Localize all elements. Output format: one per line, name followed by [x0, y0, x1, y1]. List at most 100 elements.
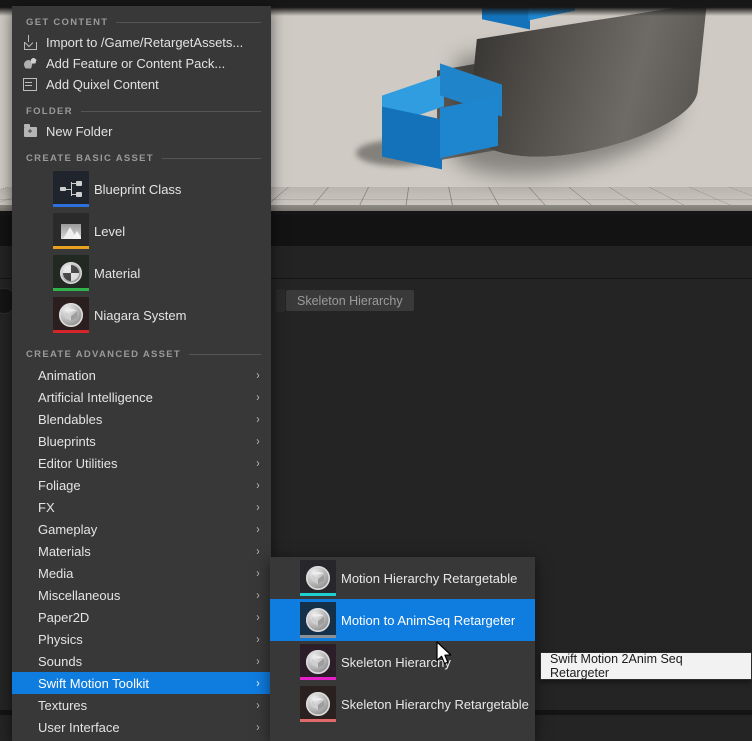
advanced-asset-item-media[interactable]: Media › [12, 562, 271, 584]
asset-item-label: Blueprint Class [94, 181, 182, 197]
asset-color-bar [300, 677, 336, 680]
advanced-asset-item-artificial-intelligence[interactable]: Artificial Intelligence › [12, 386, 271, 408]
submenu-item-motion-hierarchy-retargetable[interactable]: Motion Hierarchy Retargetable [270, 557, 535, 599]
niagara-system-icon [53, 297, 89, 333]
chevron-right-icon: › [256, 456, 260, 470]
asset-cube-icon [300, 602, 336, 638]
section-rule [116, 21, 261, 23]
asset-color-bar [300, 635, 336, 638]
menu-item-label: Add Quixel Content [46, 77, 159, 92]
advanced-asset-item-user-interface[interactable]: User Interface › [12, 716, 271, 738]
advanced-asset-item-textures[interactable]: Textures › [12, 694, 271, 716]
menu-item-new-folder[interactable]: New Folder [12, 121, 271, 142]
submenu-item-motion-to-animseq-retargeter[interactable]: Motion to AnimSeq Retargeter [270, 599, 535, 641]
asset-item-blueprint-class[interactable]: Blueprint Class [12, 168, 271, 210]
chevron-right-icon: › [256, 478, 260, 492]
advanced-asset-item-label: Materials [38, 543, 91, 559]
advanced-asset-item-animation[interactable]: Animation › [12, 364, 271, 386]
asset-color-bar [53, 246, 89, 249]
menu-item-add-feature-or-content-pack[interactable]: Add Feature or Content Pack... [12, 53, 271, 74]
swift-motion-toolkit-submenu[interactable]: Motion Hierarchy Retargetable Motion to A… [270, 557, 535, 741]
chevron-right-icon: › [256, 698, 260, 712]
import-icon [20, 35, 40, 51]
chevron-right-icon: › [256, 544, 260, 558]
asset-cube-icon [300, 644, 336, 680]
asset-color-bar [300, 593, 336, 596]
asset-item-label: Level [94, 223, 126, 239]
chevron-right-icon: › [256, 588, 260, 602]
advanced-asset-item-paper2d[interactable]: Paper2D › [12, 606, 271, 628]
section-rule [161, 157, 261, 159]
advanced-asset-item-label: Gameplay [38, 521, 98, 537]
blueprint-class-icon [53, 171, 89, 207]
advanced-asset-item-label: Blueprints [38, 433, 96, 449]
tab-skeleton-hierarchy[interactable]: Skeleton Hierarchy [286, 290, 414, 311]
submenu-item-skeleton-hierarchy[interactable]: Skeleton Hierarchy [270, 641, 535, 683]
advanced-asset-item-label: Animation [38, 367, 96, 383]
advanced-asset-item-physics[interactable]: Physics › [12, 628, 271, 650]
menu-item-import[interactable]: Import to /Game/RetargetAssets... [12, 32, 271, 53]
section-header-folder: FOLDER [12, 101, 271, 121]
advanced-asset-item-gameplay[interactable]: Gameplay › [12, 518, 271, 540]
submenu-item-skeleton-hierarchy-retargetable[interactable]: Skeleton Hierarchy Retargetable [270, 683, 535, 725]
submenu-item-label: Skeleton Hierarchy Retargetable [341, 696, 529, 712]
chevron-right-icon: › [256, 566, 260, 580]
asset-item-material[interactable]: Material [12, 252, 271, 294]
advanced-asset-item-label: Media [38, 565, 74, 581]
content-browser-context-menu[interactable]: GET CONTENT Import to /Game/RetargetAsse… [12, 6, 271, 741]
advanced-asset-item-blendables[interactable]: Blendables › [12, 408, 271, 430]
advanced-asset-item-label: Blendables [38, 411, 103, 427]
section-rule [80, 110, 261, 112]
advanced-asset-item-fx[interactable]: FX › [12, 496, 271, 518]
chevron-right-icon: › [256, 654, 260, 668]
tab-label: Skeleton Hierarchy [297, 293, 403, 308]
chevron-right-icon: › [256, 368, 260, 382]
material-icon [53, 255, 89, 291]
section-title: GET CONTENT [26, 16, 109, 28]
advanced-asset-item-miscellaneous[interactable]: Miscellaneous › [12, 584, 271, 606]
chevron-right-icon: › [256, 434, 260, 448]
new-folder-icon [20, 124, 40, 140]
menu-item-label: Add Feature or Content Pack... [46, 56, 226, 71]
submenu-item-label: Motion to AnimSeq Retargeter [341, 612, 516, 628]
advanced-asset-item-blueprints[interactable]: Blueprints › [12, 430, 271, 452]
asset-color-bar [53, 330, 89, 333]
advanced-asset-item-label: Physics [38, 631, 83, 647]
advanced-asset-item-label: FX [38, 499, 55, 515]
menu-item-add-quixel-content[interactable]: Add Quixel Content [12, 74, 271, 95]
advanced-asset-item-materials[interactable]: Materials › [12, 540, 271, 562]
section-header-create-advanced-asset: CREATE ADVANCED ASSET [12, 344, 271, 364]
asset-item-niagara-system[interactable]: Niagara System [12, 294, 271, 336]
advanced-asset-item-label: Sounds [38, 653, 83, 669]
asset-item-level[interactable]: Level [12, 210, 271, 252]
section-rule [189, 353, 261, 355]
submenu-item-label: Motion Hierarchy Retargetable [341, 570, 518, 586]
tooltip-text: Swift Motion 2Anim Seq Retargeter [550, 652, 683, 680]
section-title: FOLDER [26, 105, 73, 117]
advanced-asset-item-label: Editor Utilities [38, 455, 118, 471]
level-icon [53, 213, 89, 249]
section-title: CREATE BASIC ASSET [26, 152, 154, 164]
chevron-right-icon: › [256, 720, 260, 734]
advanced-asset-item-label: User Interface [38, 719, 120, 735]
section-header-create-basic-asset: CREATE BASIC ASSET [12, 148, 271, 168]
chevron-right-icon: › [256, 676, 260, 690]
section-header-get-content: GET CONTENT [12, 12, 271, 32]
advanced-asset-item-foliage[interactable]: Foliage › [12, 474, 271, 496]
tooltip: Swift Motion 2Anim Seq Retargeter [540, 652, 752, 680]
asset-color-bar [53, 288, 89, 291]
quixel-icon [20, 77, 40, 93]
advanced-asset-item-editor-utilities[interactable]: Editor Utilities › [12, 452, 271, 474]
chevron-right-icon: › [256, 500, 260, 514]
asset-cube-icon [300, 686, 336, 722]
tab-grip[interactable] [276, 289, 285, 312]
advanced-asset-item-swift-motion-toolkit[interactable]: Swift Motion Toolkit › [12, 672, 271, 694]
section-title: CREATE ADVANCED ASSET [26, 348, 182, 360]
content-pack-icon [20, 56, 40, 72]
submenu-item-label: Skeleton Hierarchy [341, 654, 451, 670]
chevron-right-icon: › [256, 412, 260, 426]
advanced-asset-list: Animation › Artificial Intelligence › Blenda… [12, 364, 271, 738]
asset-cube-icon [300, 560, 336, 596]
advanced-asset-item-sounds[interactable]: Sounds › [12, 650, 271, 672]
advanced-asset-item-label: Artificial Intelligence [38, 389, 153, 405]
